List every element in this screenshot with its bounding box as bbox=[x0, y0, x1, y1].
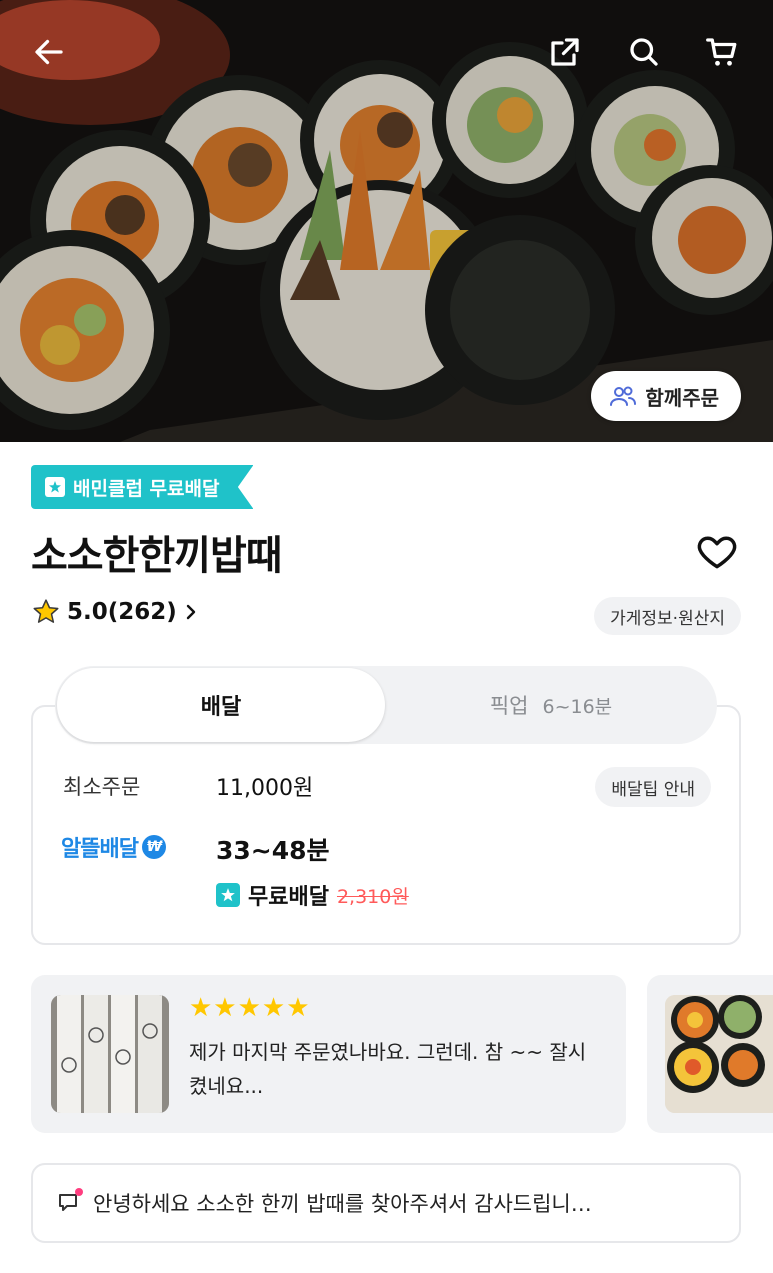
club-star-icon bbox=[45, 477, 65, 497]
share-icon bbox=[551, 38, 579, 66]
notice-text: 안녕하세요 소소한 한끼 밥때를 찾아주셔서 감사드립니… bbox=[93, 1192, 592, 1216]
rating-score: 5.0(262) bbox=[67, 599, 177, 625]
baemin-club-badge: 배민클럽 무료배달 bbox=[31, 465, 254, 509]
review-card[interactable] bbox=[647, 975, 773, 1133]
order-type-tabs: 배달 픽업 6~16분 bbox=[55, 666, 717, 744]
club-star-icon bbox=[216, 883, 240, 907]
pickup-time: 6~16분 bbox=[542, 695, 613, 718]
free-delivery-row: 무료배달 2,310원 bbox=[216, 879, 409, 911]
arrow-left-icon bbox=[35, 39, 63, 65]
chevron-right-icon bbox=[186, 604, 195, 620]
altteul-delivery-logo: 알뜰배달 ₩ bbox=[61, 831, 166, 863]
review-photo bbox=[51, 995, 169, 1113]
tab-pickup[interactable]: 픽업 6~16분 bbox=[385, 666, 717, 744]
cart-button[interactable] bbox=[698, 28, 746, 76]
min-order-value: 11,000원 bbox=[216, 776, 314, 801]
badge-label: 배민클럽 무료배달 bbox=[73, 477, 220, 500]
megaphone-icon bbox=[57, 1188, 83, 1215]
delivery-eta: 33~48분 bbox=[216, 836, 330, 865]
store-hero-image: 함께주문 bbox=[0, 0, 773, 442]
review-photo bbox=[665, 995, 773, 1113]
star-icon bbox=[33, 599, 59, 623]
back-button[interactable] bbox=[25, 28, 73, 76]
won-icon: ₩ bbox=[141, 835, 166, 859]
search-icon bbox=[630, 38, 658, 66]
free-delivery-label: 무료배달 bbox=[248, 885, 329, 910]
original-fee: 2,310원 bbox=[336, 885, 409, 908]
review-stars: ★★★★★ bbox=[189, 993, 311, 1023]
min-order-label: 최소주문 bbox=[63, 775, 141, 799]
pickup-label: 픽업 bbox=[489, 694, 529, 718]
together-order-button[interactable]: 함께주문 bbox=[591, 371, 741, 421]
cart-icon bbox=[706, 38, 737, 66]
heart-icon bbox=[697, 536, 737, 569]
review-card[interactable]: ★★★★★ 제가 마지막 주문였나바요. 그런데. 참 ~~ 잘시켰네요... bbox=[31, 975, 626, 1133]
tab-delivery[interactable]: 배달 bbox=[57, 668, 385, 742]
review-text: 제가 마지막 주문였나바요. 그런데. 참 ~~ 잘시켰네요... bbox=[189, 1040, 587, 1098]
rating-link[interactable]: 5.0(262) bbox=[31, 597, 199, 627]
owner-notice[interactable]: 안녕하세요 소소한 한끼 밥때를 찾아주셔서 감사드립니… bbox=[31, 1163, 741, 1243]
group-users-icon bbox=[610, 386, 637, 406]
share-button[interactable] bbox=[541, 28, 589, 76]
store-name: 소소한한끼밥때 bbox=[31, 533, 283, 579]
together-order-label: 함께주문 bbox=[645, 385, 719, 410]
delivery-type-label: 알뜰배달 bbox=[61, 837, 139, 862]
search-button[interactable] bbox=[620, 28, 668, 76]
store-info-chip[interactable]: 가게정보·원산지 bbox=[594, 597, 741, 635]
favorite-button[interactable] bbox=[695, 530, 739, 574]
delivery-tip-chip[interactable]: 배달팁 안내 bbox=[595, 767, 711, 807]
